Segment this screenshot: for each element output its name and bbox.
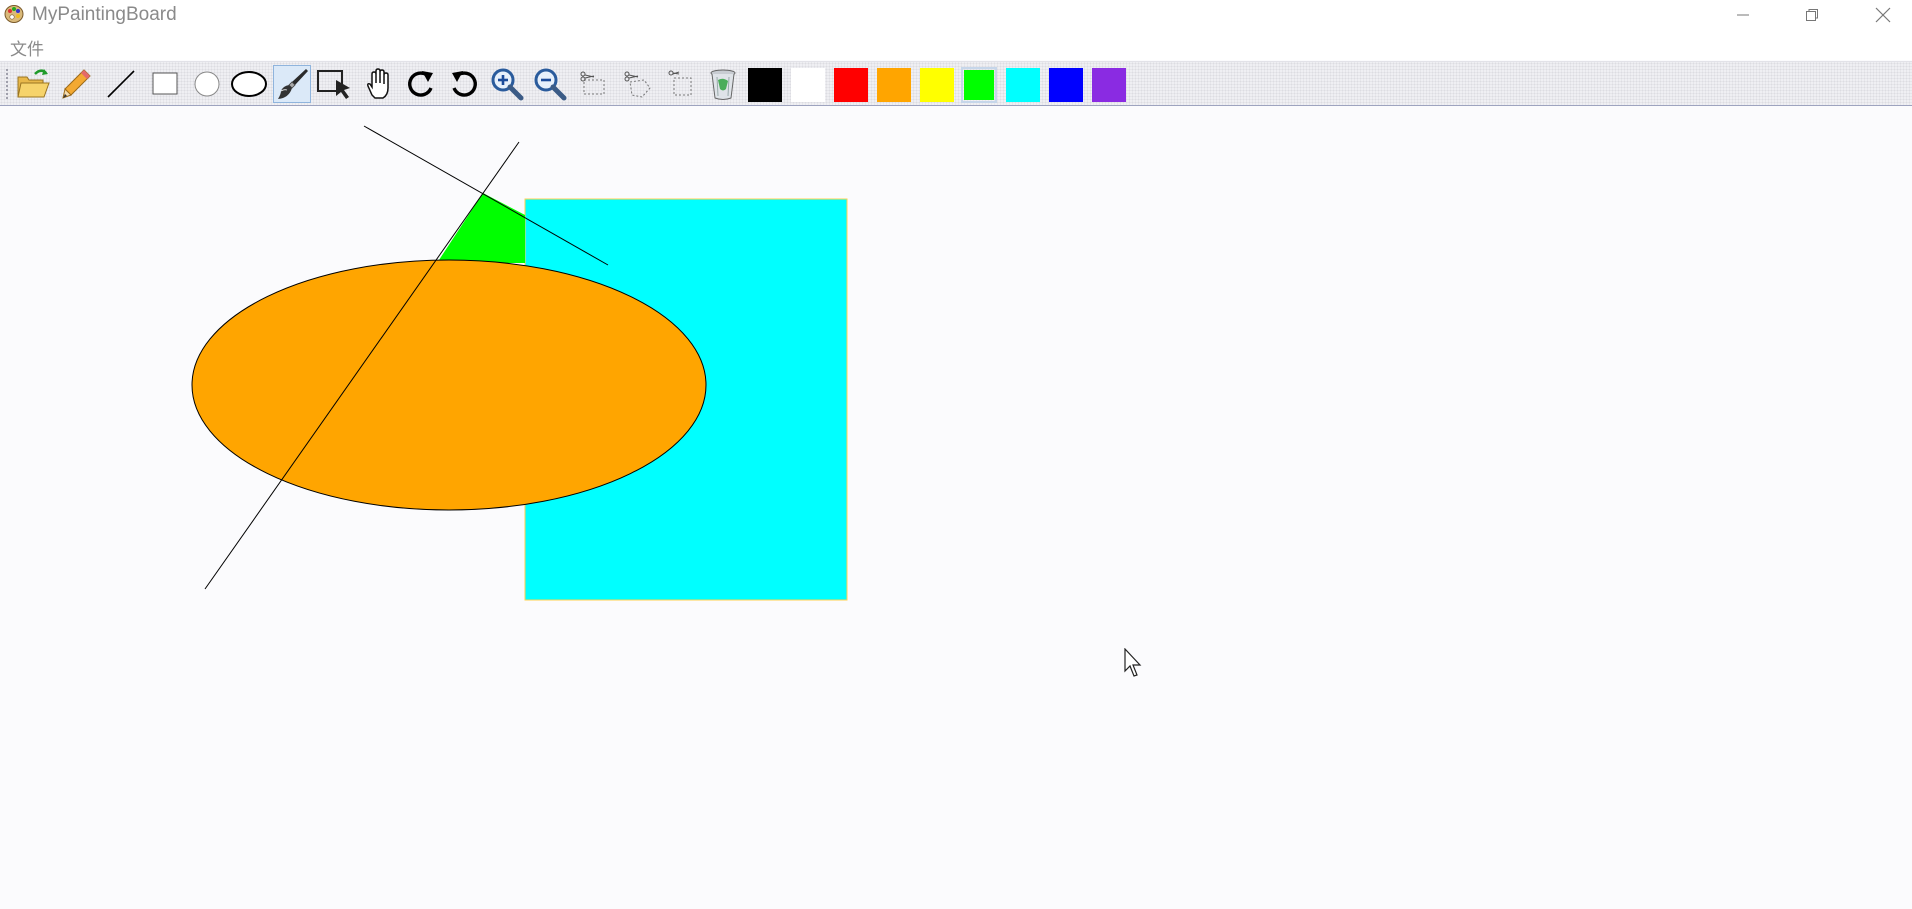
color-chip bbox=[877, 68, 911, 102]
color-swatch-green[interactable] bbox=[961, 67, 997, 103]
fill-brush-tool-button[interactable] bbox=[273, 65, 311, 103]
select-tool-button[interactable] bbox=[316, 65, 354, 103]
cut-polygon-button[interactable] bbox=[619, 65, 657, 103]
cut-polygon-icon bbox=[624, 71, 651, 98]
color-swatch-blue[interactable] bbox=[1048, 67, 1084, 103]
color-swatch-purple[interactable] bbox=[1091, 67, 1127, 103]
canvas-drawing bbox=[191, 125, 848, 601]
clear-canvas-button[interactable] bbox=[704, 65, 742, 103]
cut-rectangle-icon bbox=[580, 71, 605, 95]
zoom-in-button[interactable] bbox=[488, 65, 526, 103]
zoom-in-icon bbox=[491, 68, 524, 101]
pencil-icon bbox=[62, 69, 91, 99]
pan-tool-button[interactable] bbox=[359, 65, 397, 103]
minimize-button[interactable] bbox=[1714, 0, 1772, 30]
drawing-canvas[interactable] bbox=[0, 107, 1912, 904]
ellipse-tool-button[interactable] bbox=[230, 65, 268, 103]
select-arrow-icon bbox=[317, 70, 350, 99]
color-chip bbox=[1006, 68, 1040, 102]
restore-icon bbox=[1806, 9, 1818, 21]
window-title: MyPaintingBoard bbox=[32, 4, 177, 25]
open-file-icon bbox=[17, 69, 50, 98]
circle-icon bbox=[194, 71, 220, 97]
line-icon bbox=[107, 70, 135, 98]
redo-icon bbox=[408, 71, 433, 97]
color-chip bbox=[920, 68, 954, 102]
color-chip bbox=[1092, 68, 1126, 102]
rectangle-tool-button[interactable] bbox=[146, 65, 184, 103]
color-chip bbox=[834, 68, 868, 102]
close-icon bbox=[1875, 7, 1891, 23]
undo-icon bbox=[452, 71, 477, 97]
pencil-tool-button[interactable] bbox=[58, 65, 96, 103]
mouse-cursor-icon bbox=[1124, 648, 1142, 677]
crop-button[interactable] bbox=[662, 65, 700, 103]
app-window: MyPaintingBoard 文件 bbox=[0, 0, 1912, 904]
redo-button[interactable] bbox=[402, 65, 440, 103]
color-swatch-white[interactable] bbox=[790, 67, 826, 103]
menu-bar: 文件 bbox=[0, 30, 1912, 60]
color-chip bbox=[748, 68, 782, 102]
toolbar-grip[interactable] bbox=[5, 68, 9, 100]
title-bar: MyPaintingBoard bbox=[0, 0, 1912, 30]
ellipse-icon bbox=[231, 71, 267, 97]
color-swatch-cyan[interactable] bbox=[1005, 67, 1041, 103]
palette-app-icon bbox=[4, 5, 24, 23]
menu-file[interactable]: 文件 bbox=[8, 35, 46, 60]
line-tool-button[interactable] bbox=[102, 65, 140, 103]
canvas-fill-region bbox=[437, 193, 525, 263]
rectangle-icon bbox=[152, 72, 178, 95]
color-chip bbox=[791, 68, 825, 102]
color-swatch-yellow[interactable] bbox=[919, 67, 955, 103]
zoom-out-button[interactable] bbox=[531, 65, 569, 103]
color-swatch-black[interactable] bbox=[747, 67, 783, 103]
color-swatch-red[interactable] bbox=[833, 67, 869, 103]
color-swatch-orange[interactable] bbox=[876, 67, 912, 103]
toolbar bbox=[0, 61, 1912, 106]
undo-button[interactable] bbox=[445, 65, 483, 103]
crop-icon bbox=[668, 70, 692, 96]
canvas-ellipse bbox=[191, 259, 707, 511]
zoom-out-icon bbox=[534, 68, 567, 101]
circle-tool-button[interactable] bbox=[188, 65, 226, 103]
open-file-button[interactable] bbox=[14, 65, 52, 103]
color-chip bbox=[964, 70, 994, 100]
minimize-icon bbox=[1737, 14, 1749, 16]
cut-rectangle-button[interactable] bbox=[575, 65, 613, 103]
fill-brush-icon bbox=[278, 69, 308, 99]
color-chip bbox=[1049, 68, 1083, 102]
close-button[interactable] bbox=[1854, 0, 1912, 30]
trash-icon bbox=[710, 69, 736, 100]
restore-button[interactable] bbox=[1783, 0, 1841, 30]
hand-pan-icon bbox=[367, 68, 389, 99]
